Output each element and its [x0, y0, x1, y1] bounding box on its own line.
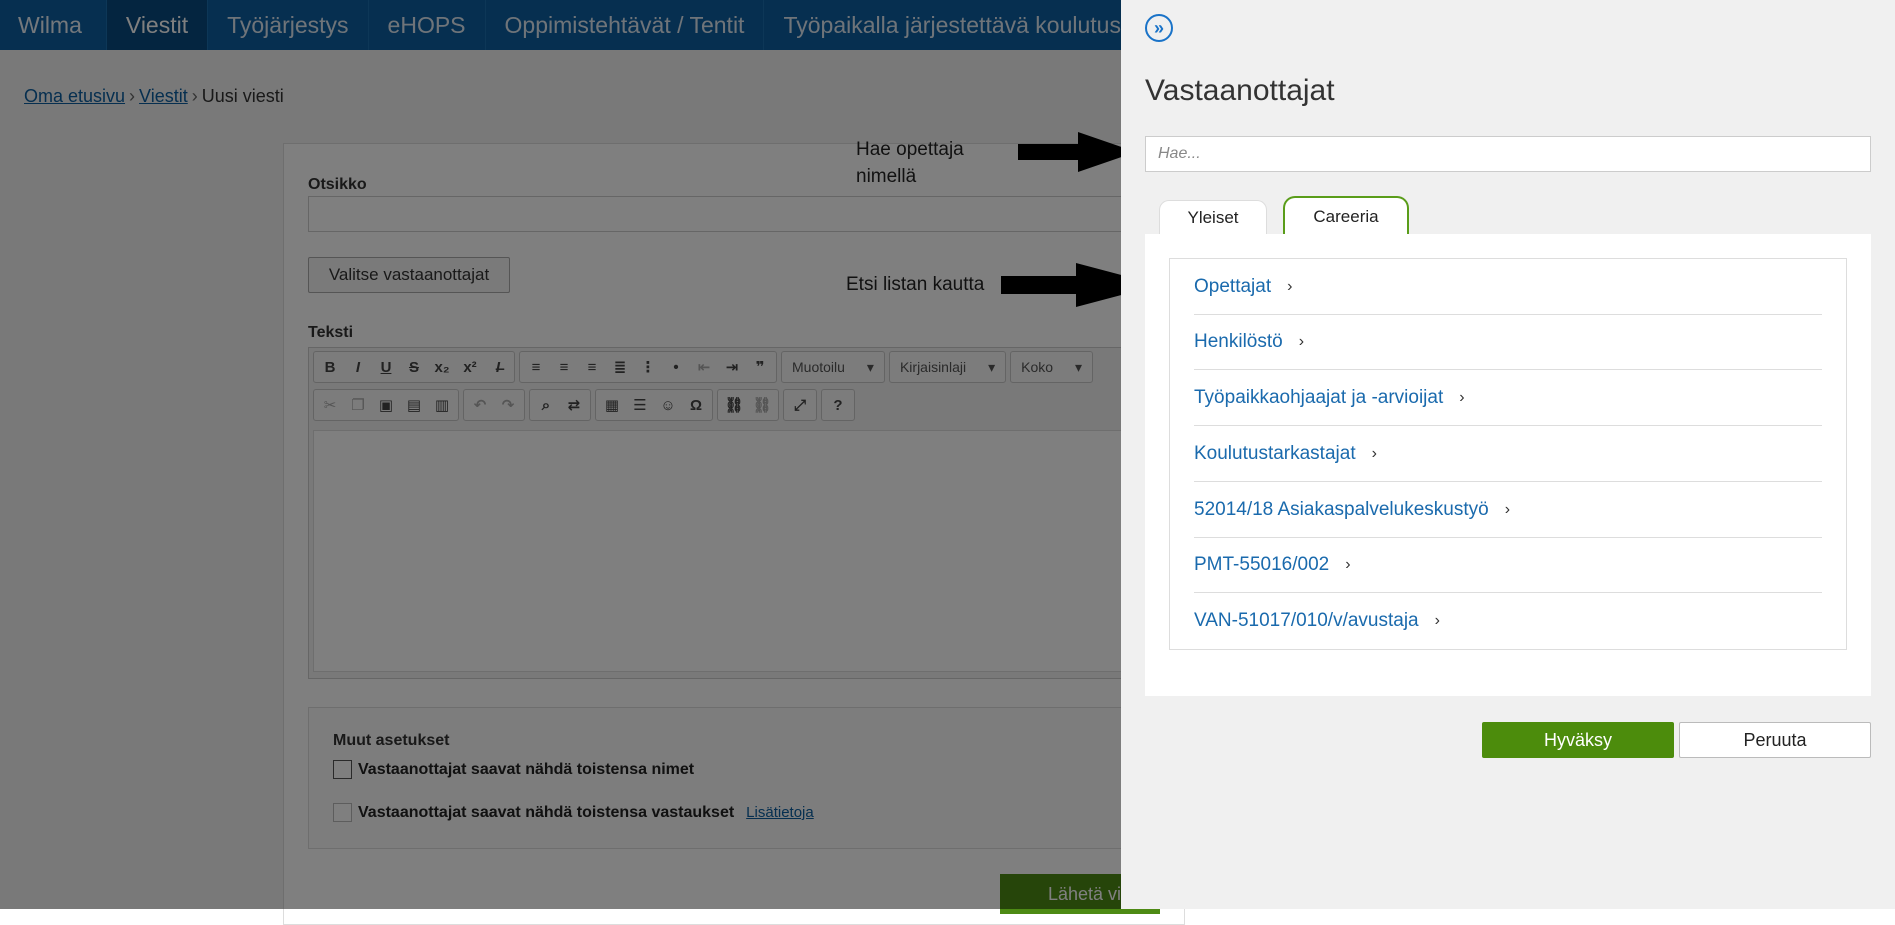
chevron-right-icon: › — [1287, 277, 1293, 295]
chevron-right-icon: › — [1371, 444, 1377, 462]
tab-careeria[interactable]: Careeria — [1283, 196, 1409, 236]
list-item-label: Koulutustarkastajat — [1194, 442, 1356, 464]
list-item-group-van[interactable]: VAN-51017/010/v/avustaja › — [1194, 593, 1822, 648]
recipient-group-list: Opettajat › Henkilöstö › Työpaikkaohjaajat… — [1169, 258, 1847, 650]
list-item-label: Työpaikkaohjaajat ja -arvioijat — [1194, 386, 1444, 408]
chevron-right-icon: › — [1459, 388, 1465, 406]
tab-general[interactable]: Yleiset — [1159, 200, 1267, 235]
chevron-right-icon: › — [1434, 611, 1440, 629]
list-item-staff[interactable]: Henkilöstö › — [1194, 314, 1822, 370]
list-item-label: Henkilöstö — [1194, 330, 1283, 352]
panel-title: Vastaanottajat — [1145, 74, 1335, 107]
chevron-right-icon: › — [1345, 555, 1351, 573]
accept-button[interactable]: Hyväksy — [1482, 722, 1674, 758]
recipients-panel: » Vastaanottajat Yleiset Careeria Opetta… — [1121, 0, 1895, 909]
cancel-button[interactable]: Peruuta — [1679, 722, 1871, 758]
list-item-training-inspectors[interactable]: Koulutustarkastajat › — [1194, 426, 1822, 482]
recipient-list-container: Opettajat › Henkilöstö › Työpaikkaohjaajat… — [1145, 234, 1871, 696]
annotation-search-hint: Hae opettaja nimellä — [856, 139, 964, 187]
chevron-right-icon: › — [1504, 500, 1511, 518]
list-item-group-pmt[interactable]: PMT-55016/002 › — [1194, 537, 1822, 593]
list-item-label: VAN-51017/010/v/avustaja — [1194, 609, 1419, 631]
collapse-panel-icon[interactable]: » — [1145, 14, 1173, 42]
annotation-list-hint: Etsi listan kautta — [846, 274, 985, 295]
list-item-teachers[interactable]: Opettajat › — [1194, 259, 1822, 315]
list-item-workplace-instructors[interactable]: Työpaikkaohjaajat ja -arvioijat › — [1194, 370, 1822, 426]
recipient-search-input[interactable] — [1145, 136, 1871, 172]
list-item-label: PMT-55016/002 — [1194, 553, 1330, 575]
chevron-right-icon: › — [1298, 332, 1305, 350]
list-item-group-52014[interactable]: 52014/18 Asiakaspalvelukeskustyö › — [1194, 482, 1822, 538]
recipient-tabs: Yleiset Careeria — [1145, 196, 1871, 236]
annotation-arrow-right-icon — [1018, 132, 1136, 172]
list-item-label: 52014/18 Asiakaspalvelukeskustyö — [1194, 498, 1489, 520]
list-item-label: Opettajat — [1194, 275, 1272, 297]
